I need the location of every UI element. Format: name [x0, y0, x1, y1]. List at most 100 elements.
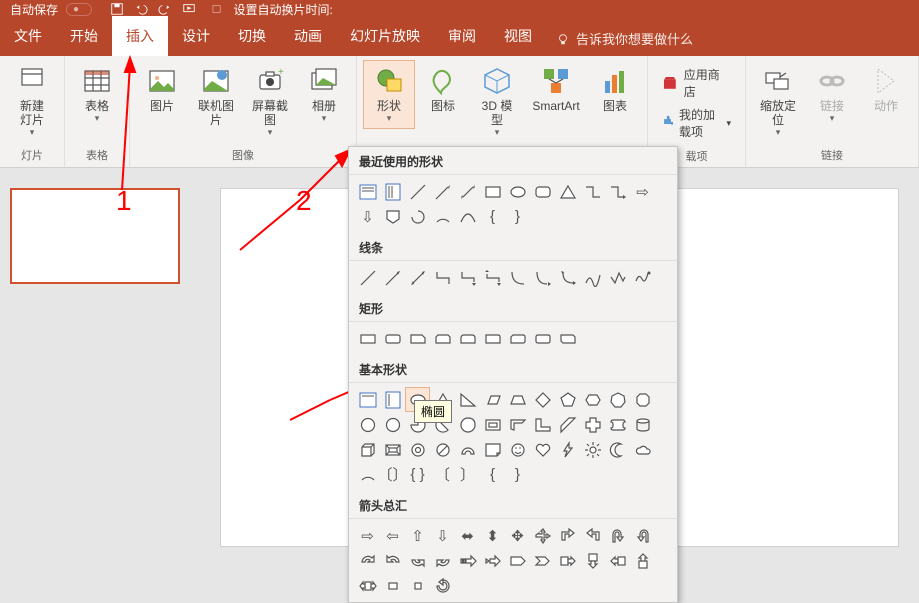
shape-brace-right[interactable]: }: [505, 204, 530, 229]
shape-elbow-1[interactable]: [430, 265, 455, 290]
shape-heart[interactable]: [530, 437, 555, 462]
smartart-button[interactable]: SmartArt: [525, 60, 587, 118]
arrow-curved-3[interactable]: [405, 548, 430, 573]
shape-line-1[interactable]: [355, 265, 380, 290]
shape-smiley[interactable]: [505, 437, 530, 462]
tab-animations[interactable]: 动画: [280, 16, 336, 56]
arrow-chevron[interactable]: [530, 548, 555, 573]
tab-review[interactable]: 审阅: [434, 16, 490, 56]
slide-thumbnail-1[interactable]: [10, 188, 180, 284]
shape-moon[interactable]: [605, 437, 630, 462]
shape-textbox[interactable]: [355, 179, 380, 204]
shape-can[interactable]: [630, 412, 655, 437]
shape-textbox-b[interactable]: [355, 387, 380, 412]
shape-parallelogram[interactable]: [480, 387, 505, 412]
zoom-button[interactable]: 缩放定 位 ▾: [752, 60, 804, 143]
shape-flowchart-offpage[interactable]: [380, 204, 405, 229]
shape-folded-corner[interactable]: [480, 437, 505, 462]
shape-line-3[interactable]: [405, 265, 430, 290]
arrow-uturn-2[interactable]: [630, 523, 655, 548]
link-button[interactable]: 链接 ▾: [806, 60, 858, 129]
arrow-pentagon[interactable]: [505, 548, 530, 573]
shapes-button[interactable]: 形状 ▾: [363, 60, 415, 129]
shape-rect-2[interactable]: [380, 326, 405, 351]
arrow-updown[interactable]: ⬍: [480, 523, 505, 548]
arrow-circular[interactable]: [430, 573, 455, 598]
shape-line[interactable]: [405, 179, 430, 204]
shape-triangle[interactable]: [555, 179, 580, 204]
shape-rect-4[interactable]: [430, 326, 455, 351]
shape-connector-l[interactable]: [580, 179, 605, 204]
shape-diamond[interactable]: [530, 387, 555, 412]
shape-curve-conn-3[interactable]: [555, 265, 580, 290]
arrow-tri[interactable]: [530, 523, 555, 548]
screenshot-button[interactable]: + 屏幕截图 ▾: [244, 60, 296, 143]
autosave-toggle[interactable]: ●: [66, 3, 92, 16]
shape-curve-conn-2[interactable]: [530, 265, 555, 290]
arrow-right[interactable]: ⇨: [355, 523, 380, 548]
shape-brace-left[interactable]: {: [480, 204, 505, 229]
shape-dodecagon[interactable]: [380, 412, 405, 437]
shape-pentagon[interactable]: [555, 387, 580, 412]
arrow-uturn-1[interactable]: [605, 523, 630, 548]
shape-textbox-vert[interactable]: [380, 179, 405, 204]
arrow-curved-2[interactable]: [380, 548, 405, 573]
arrow-down[interactable]: ⇩: [430, 523, 455, 548]
shape-textbox-vb[interactable]: [380, 387, 405, 412]
shape-half-frame[interactable]: [505, 412, 530, 437]
arrow-quad[interactable]: ✥: [505, 523, 530, 548]
shape-heptagon[interactable]: [605, 387, 630, 412]
arrow-curved-1[interactable]: [355, 548, 380, 573]
shape-right-bracket[interactable]: 〕: [455, 462, 480, 487]
undo-icon[interactable]: [134, 2, 148, 16]
shape-rect[interactable]: [480, 179, 505, 204]
shape-right-triangle[interactable]: [455, 387, 480, 412]
tab-design[interactable]: 设计: [168, 16, 224, 56]
shape-arc-b[interactable]: [355, 462, 380, 487]
shape-no-symbol[interactable]: [430, 437, 455, 462]
shape-line-double-arrow[interactable]: [455, 179, 480, 204]
shape-curve-conn-1[interactable]: [505, 265, 530, 290]
shape-donut[interactable]: [405, 437, 430, 462]
shape-frame[interactable]: [480, 412, 505, 437]
shape-arrow-down[interactable]: ⇩: [355, 204, 380, 229]
action-button[interactable]: 动作: [860, 60, 912, 118]
arrow-curved-4[interactable]: [430, 548, 455, 573]
shape-plaque[interactable]: [605, 412, 630, 437]
shape-bevel[interactable]: [380, 437, 405, 462]
save-icon[interactable]: [110, 2, 124, 16]
shape-cube[interactable]: [355, 437, 380, 462]
shape-rect-9[interactable]: [555, 326, 580, 351]
shape-freeform-2[interactable]: [605, 265, 630, 290]
shape-line-2[interactable]: [380, 265, 405, 290]
tab-slideshow[interactable]: 幻灯片放映: [336, 16, 434, 56]
tell-me[interactable]: 告诉我你想要做什么: [546, 29, 703, 56]
shape-rect-3[interactable]: [405, 326, 430, 351]
shape-cross[interactable]: [580, 412, 605, 437]
arrow-striped[interactable]: [455, 548, 480, 573]
arrow-callout-lr[interactable]: [355, 573, 380, 598]
shape-partial-circle[interactable]: [405, 204, 430, 229]
shape-rect-8[interactable]: [530, 326, 555, 351]
shape-hexagon[interactable]: [580, 387, 605, 412]
shape-arrow-right[interactable]: ⇨: [630, 179, 655, 204]
slideshow-start-icon[interactable]: [182, 2, 196, 16]
my-addins-button[interactable]: 我的加载项 ▾: [658, 104, 735, 142]
shape-double-bracket[interactable]: 〔〕: [380, 462, 405, 487]
3d-model-button[interactable]: 3D 模 型 ▾: [471, 60, 523, 143]
arrow-callout-l[interactable]: [605, 548, 630, 573]
arrow-callout-d[interactable]: [580, 548, 605, 573]
shape-rect-1[interactable]: [355, 326, 380, 351]
redo-icon[interactable]: [158, 2, 172, 16]
shape-right-brace[interactable]: }: [505, 462, 530, 487]
shape-connector-arrow[interactable]: [605, 179, 630, 204]
shape-trapezoid[interactable]: [505, 387, 530, 412]
arrow-bent-1[interactable]: [555, 523, 580, 548]
shape-arc[interactable]: [430, 204, 455, 229]
shape-elbow-3[interactable]: [480, 265, 505, 290]
arrow-up[interactable]: ⇧: [405, 523, 430, 548]
shape-rect-7[interactable]: [505, 326, 530, 351]
store-button[interactable]: 应用商店: [658, 64, 735, 102]
shape-octagon[interactable]: [630, 387, 655, 412]
icons-button[interactable]: 图标: [417, 60, 469, 118]
